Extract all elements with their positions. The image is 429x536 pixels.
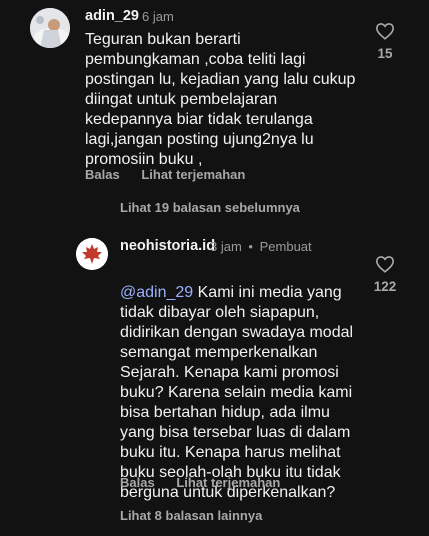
heart-icon[interactable] xyxy=(375,255,395,273)
author-badge: Pembuat xyxy=(259,239,312,254)
comment-time: 3 jam xyxy=(210,239,242,254)
comment-body: Kami ini media yang tidak dibayar oleh s… xyxy=(120,284,354,501)
reply-button[interactable]: Balas xyxy=(120,475,155,490)
comment-neohistoria: neohistoria.id 3 jam • Pembuat @adin_29 … xyxy=(0,0,429,536)
comment-meta: 3 jam • Pembuat xyxy=(210,239,312,254)
comment-actions: Balas Lihat terjemahan xyxy=(120,475,298,490)
neohistoria-logo-icon xyxy=(76,238,108,270)
avatar-neohistoria[interactable] xyxy=(76,238,108,270)
like-control: 122 xyxy=(365,255,405,294)
mention-link[interactable]: @adin_29 xyxy=(120,284,193,301)
comment-text: @adin_29 Kami ini media yang tidak dibay… xyxy=(120,263,370,503)
comment-username[interactable]: neohistoria.id xyxy=(120,238,215,254)
see-translation-button[interactable]: Lihat terjemahan xyxy=(176,475,280,490)
view-more-replies-link[interactable]: Lihat 8 balasan lainnya xyxy=(120,508,262,523)
meta-separator: • xyxy=(248,239,253,254)
like-count: 122 xyxy=(373,279,397,294)
